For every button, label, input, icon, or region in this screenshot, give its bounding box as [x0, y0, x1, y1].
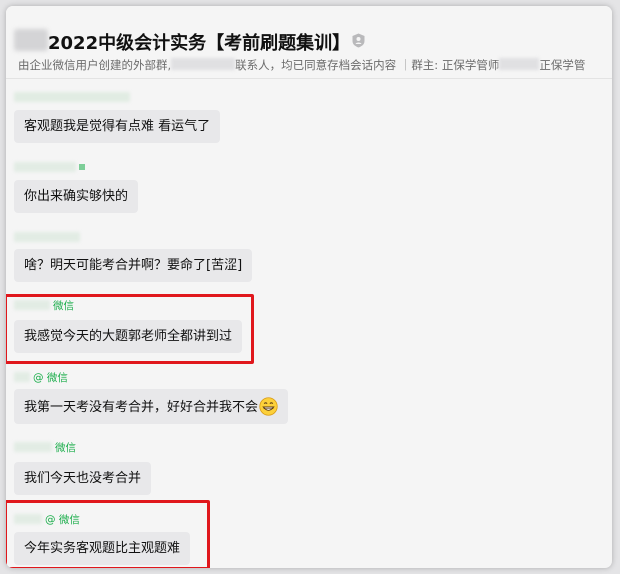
chat-header: 2022中级会计实务【考前刷题集训】 由企业微信用户创建的外部群, 联系人，均已同… [6, 6, 612, 79]
redacted-title-prefix [14, 29, 48, 51]
subtitle-created-by: 由企业微信用户创建的外部群, [18, 58, 172, 72]
message-bubble[interactable]: 我们今天也没考合并 [14, 462, 152, 495]
subtitle-consent: 联系人，均已同意存档会话内容 [235, 58, 397, 72]
message-sender [14, 162, 85, 174]
chat-subtitle: 由企业微信用户创建的外部群, 联系人，均已同意存档会话内容 ｜群主: 正保学管师 正… [18, 57, 585, 73]
message-bubble[interactable]: 我第一天考没有考合并，好好合并我不会 [14, 389, 289, 424]
message-bubble[interactable]: 啥？明天可能考合并啊？要命了[苦涩] [14, 249, 253, 282]
subtitle-separator: ｜ [399, 58, 412, 72]
sender-tag: @ 微信 [33, 372, 68, 384]
message-sender: 微信 [14, 440, 76, 455]
sender-tag: 微信 [55, 442, 76, 454]
group-badge-icon[interactable] [352, 33, 365, 48]
redacted-subtitle [171, 58, 236, 70]
chat-window: 2022中级会计实务【考前刷题集训】 由企业微信用户创建的外部群, 联系人，均已同… [6, 6, 612, 568]
group-owner-label: 群主: 正保学管师 [411, 58, 500, 72]
group-owner-label-2: 正保学管 [539, 58, 586, 72]
message-sender: @ 微信 [14, 370, 68, 385]
message-sender [14, 92, 133, 104]
message-bubble[interactable]: 你出来确实够快的 [14, 180, 139, 213]
message-text: 我第一天考没有考合并，好好合并我不会 [24, 400, 259, 415]
chat-title: 2022中级会计实务【考前刷题集训】 [48, 33, 351, 54]
message-bubble[interactable]: 客观题我是觉得有点难 看运气了 [14, 110, 221, 143]
message-sender [14, 232, 83, 244]
redacted-owner [499, 58, 540, 70]
highlight-box [6, 294, 254, 364]
grinning-face-icon [259, 397, 278, 416]
highlight-box [6, 500, 210, 568]
